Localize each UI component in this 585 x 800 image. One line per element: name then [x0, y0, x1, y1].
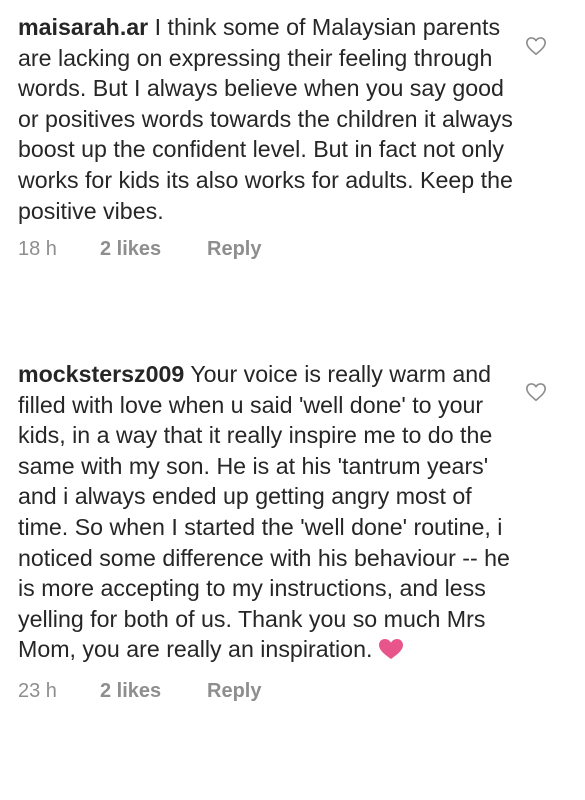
comment-timestamp: 23 h — [18, 679, 57, 702]
comment-meta: 23 h 2 likes Reply — [18, 680, 518, 703]
pink-heart-emoji-icon — [378, 637, 404, 668]
comment-item: maisarah.ar I think some of Malaysian pa… — [18, 12, 518, 261]
comment-text: Your voice is really warm and filled wit… — [18, 361, 510, 663]
comment-item: mockstersz009 Your voice is really warm … — [18, 359, 518, 703]
heart-outline-icon[interactable] — [525, 35, 547, 57]
comment-username[interactable]: mockstersz009 — [18, 361, 184, 387]
comment-text: I think some of Malaysian parents are la… — [18, 14, 513, 224]
reply-button[interactable]: Reply — [207, 680, 261, 703]
comment-timestamp: 18 h — [18, 238, 57, 261]
comment-likes-count[interactable]: 2 likes — [100, 238, 207, 261]
reply-button[interactable]: Reply — [207, 238, 261, 261]
comment-body: maisarah.ar I think some of Malaysian pa… — [18, 12, 518, 226]
comment-body: mockstersz009 Your voice is really warm … — [18, 359, 518, 668]
comment-meta: 18 h 2 likes Reply — [18, 238, 518, 261]
heart-outline-icon[interactable] — [525, 381, 547, 403]
comment-likes-count[interactable]: 2 likes — [100, 680, 207, 703]
comment-username[interactable]: maisarah.ar — [18, 14, 148, 40]
